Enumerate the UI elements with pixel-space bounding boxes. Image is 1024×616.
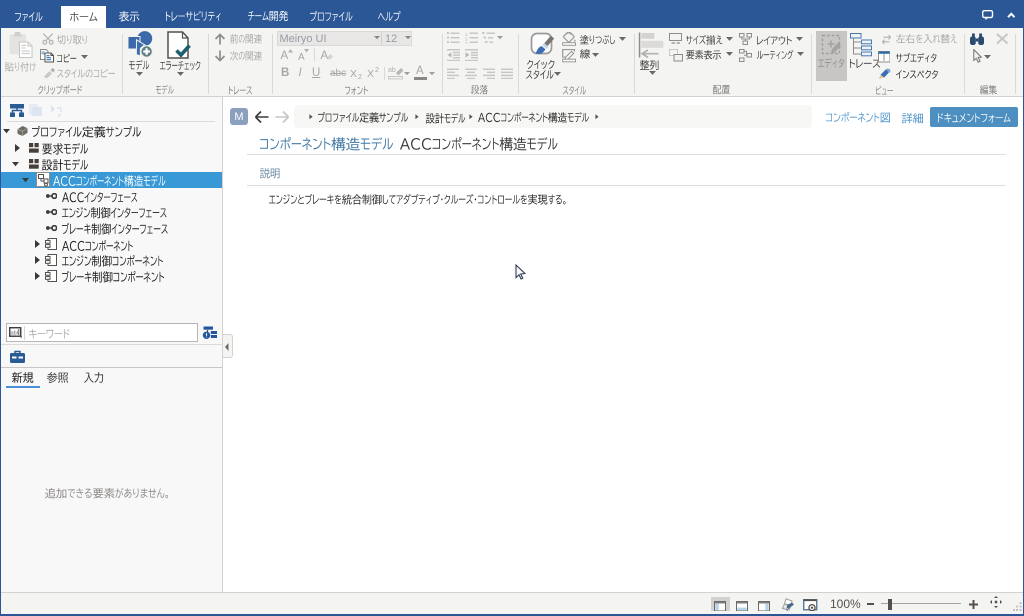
- svg-text:3: 3: [465, 41, 468, 44]
- svg-text:abl: abl: [10, 330, 17, 336]
- svg-text:ab: ab: [388, 67, 396, 74]
